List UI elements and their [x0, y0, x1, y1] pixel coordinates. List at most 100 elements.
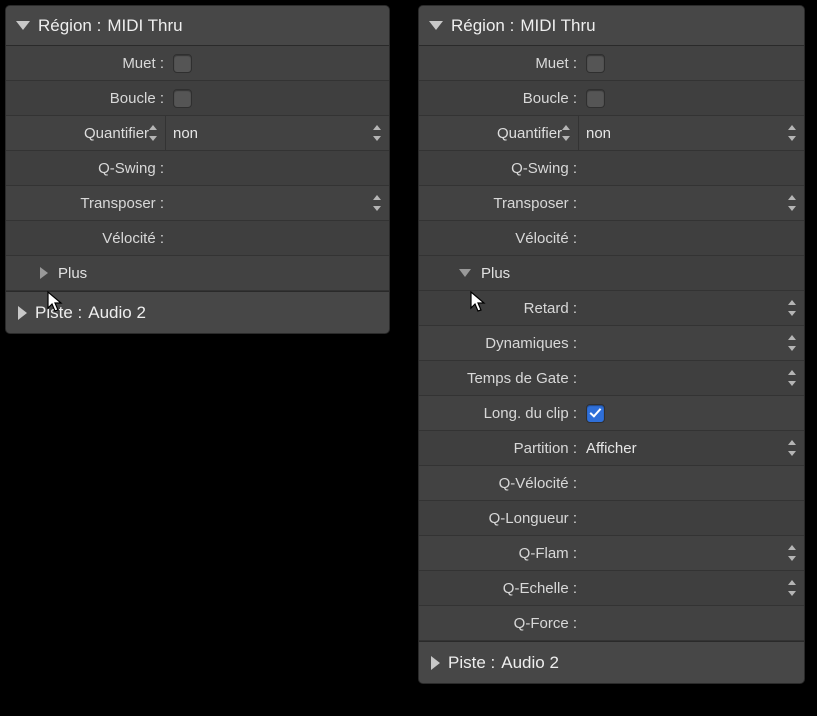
- piste-title: Audio 2: [88, 303, 146, 323]
- value-clip-length[interactable]: [579, 396, 804, 430]
- disclosure-right-icon: [40, 267, 48, 279]
- value-transposer[interactable]: [579, 186, 804, 220]
- piste-title: Audio 2: [501, 653, 559, 673]
- label-qforce: Q-Force :: [419, 615, 579, 632]
- value-qlongueur[interactable]: [579, 501, 804, 535]
- disclosure-down-icon: [459, 269, 471, 277]
- updown-icon: [788, 440, 798, 456]
- row-transposer: Transposer :: [419, 186, 804, 221]
- region-rows: Muet : Boucle : Quantifier non Q-Swing :: [419, 46, 804, 641]
- value-qswing[interactable]: [579, 151, 804, 185]
- checkbox-muet[interactable]: [586, 54, 605, 73]
- label-dynamiques: Dynamiques :: [419, 335, 579, 352]
- label-qswing: Q-Swing :: [419, 160, 579, 177]
- updown-icon: [788, 195, 798, 211]
- row-qswing: Q-Swing :: [6, 151, 389, 186]
- piste-footer[interactable]: Piste : Audio 2: [419, 641, 804, 683]
- updown-icon: [788, 580, 798, 596]
- piste-prefix: Piste :: [35, 303, 82, 323]
- label-boucle: Boucle :: [6, 90, 166, 107]
- row-boucle: Boucle :: [6, 81, 389, 116]
- label-qvelocite: Q-Vélocité :: [419, 475, 579, 492]
- row-qswing: Q-Swing :: [419, 151, 804, 186]
- label-muet: Muet :: [6, 55, 166, 72]
- value-partition[interactable]: Afficher: [579, 431, 804, 465]
- disclosure-right-icon: [431, 656, 440, 670]
- label-velocite: Vélocité :: [419, 230, 579, 247]
- label-qflam: Q-Flam :: [419, 545, 579, 562]
- region-inspector-expanded: Région : MIDI Thru Muet : Boucle : Quant…: [418, 5, 805, 684]
- plus-disclosure-expanded[interactable]: Plus: [419, 256, 804, 291]
- row-qflam: Q-Flam :: [419, 536, 804, 571]
- row-muet: Muet :: [419, 46, 804, 81]
- value-muet[interactable]: [579, 46, 804, 80]
- label-clip-length: Long. du clip :: [419, 405, 579, 422]
- value-dynamiques[interactable]: [579, 326, 804, 360]
- value-retard[interactable]: [579, 291, 804, 325]
- value-transposer[interactable]: [166, 186, 389, 220]
- quantifier-select[interactable]: Quantifier: [493, 116, 579, 150]
- value-boucle[interactable]: [579, 81, 804, 115]
- region-header[interactable]: Région : MIDI Thru: [419, 6, 804, 46]
- row-retard: Retard :: [419, 291, 804, 326]
- region-inspector-collapsed: Région : MIDI Thru Muet : Boucle : Quant…: [5, 5, 390, 334]
- label-transposer: Transposer :: [419, 195, 579, 212]
- plus-label: Plus: [58, 265, 87, 282]
- quantifier-value-text: non: [173, 125, 198, 142]
- row-qvelocite: Q-Vélocité :: [419, 466, 804, 501]
- value-qvelocite[interactable]: [579, 466, 804, 500]
- value-qswing[interactable]: [166, 151, 389, 185]
- label-qlongueur: Q-Longueur :: [419, 510, 579, 527]
- value-qflam[interactable]: [579, 536, 804, 570]
- label-boucle: Boucle :: [419, 90, 579, 107]
- value-qforce[interactable]: [579, 606, 804, 640]
- quantifier-value-text: non: [586, 125, 611, 142]
- piste-footer[interactable]: Piste : Audio 2: [6, 291, 389, 333]
- row-transposer: Transposer :: [6, 186, 389, 221]
- row-clip-length: Long. du clip :: [419, 396, 804, 431]
- label-partition: Partition :: [419, 440, 579, 457]
- value-muet[interactable]: [166, 46, 389, 80]
- checkbox-boucle[interactable]: [173, 89, 192, 108]
- partition-value-text: Afficher: [586, 440, 637, 457]
- value-velocite[interactable]: [166, 221, 389, 255]
- plus-disclosure-collapsed[interactable]: Plus: [6, 256, 389, 291]
- value-gate[interactable]: [579, 361, 804, 395]
- value-velocite[interactable]: [579, 221, 804, 255]
- disclosure-right-icon: [18, 306, 27, 320]
- row-quantifier: Quantifier non: [419, 116, 804, 151]
- row-muet: Muet :: [6, 46, 389, 81]
- checkbox-boucle[interactable]: [586, 89, 605, 108]
- row-qforce: Q-Force :: [419, 606, 804, 641]
- updown-icon: [562, 125, 572, 141]
- updown-icon: [788, 300, 798, 316]
- region-header[interactable]: Région : MIDI Thru: [6, 6, 389, 46]
- row-partition: Partition : Afficher: [419, 431, 804, 466]
- region-header-title: MIDI Thru: [520, 16, 595, 36]
- label-quantifier: Quantifier: [80, 125, 149, 142]
- label-transposer: Transposer :: [6, 195, 166, 212]
- quantifier-select[interactable]: Quantifier: [80, 116, 166, 150]
- label-qswing: Q-Swing :: [6, 160, 166, 177]
- region-header-title: MIDI Thru: [107, 16, 182, 36]
- checkbox-muet[interactable]: [173, 54, 192, 73]
- row-dynamiques: Dynamiques :: [419, 326, 804, 361]
- disclosure-down-icon: [429, 21, 443, 30]
- updown-icon: [373, 195, 383, 211]
- quantifier-value[interactable]: non: [166, 116, 389, 150]
- value-qechelle[interactable]: [579, 571, 804, 605]
- row-boucle: Boucle :: [419, 81, 804, 116]
- updown-icon: [788, 370, 798, 386]
- updown-icon: [373, 125, 383, 141]
- label-velocite: Vélocité :: [6, 230, 166, 247]
- updown-icon: [149, 125, 159, 141]
- quantifier-value[interactable]: non: [579, 116, 804, 150]
- row-velocite: Vélocité :: [6, 221, 389, 256]
- value-boucle[interactable]: [166, 81, 389, 115]
- checkbox-clip-length[interactable]: [586, 404, 605, 423]
- region-header-prefix: Région :: [38, 16, 101, 36]
- row-qlongueur: Q-Longueur :: [419, 501, 804, 536]
- row-velocite: Vélocité :: [419, 221, 804, 256]
- updown-icon: [788, 335, 798, 351]
- label-qechelle: Q-Echelle :: [419, 580, 579, 597]
